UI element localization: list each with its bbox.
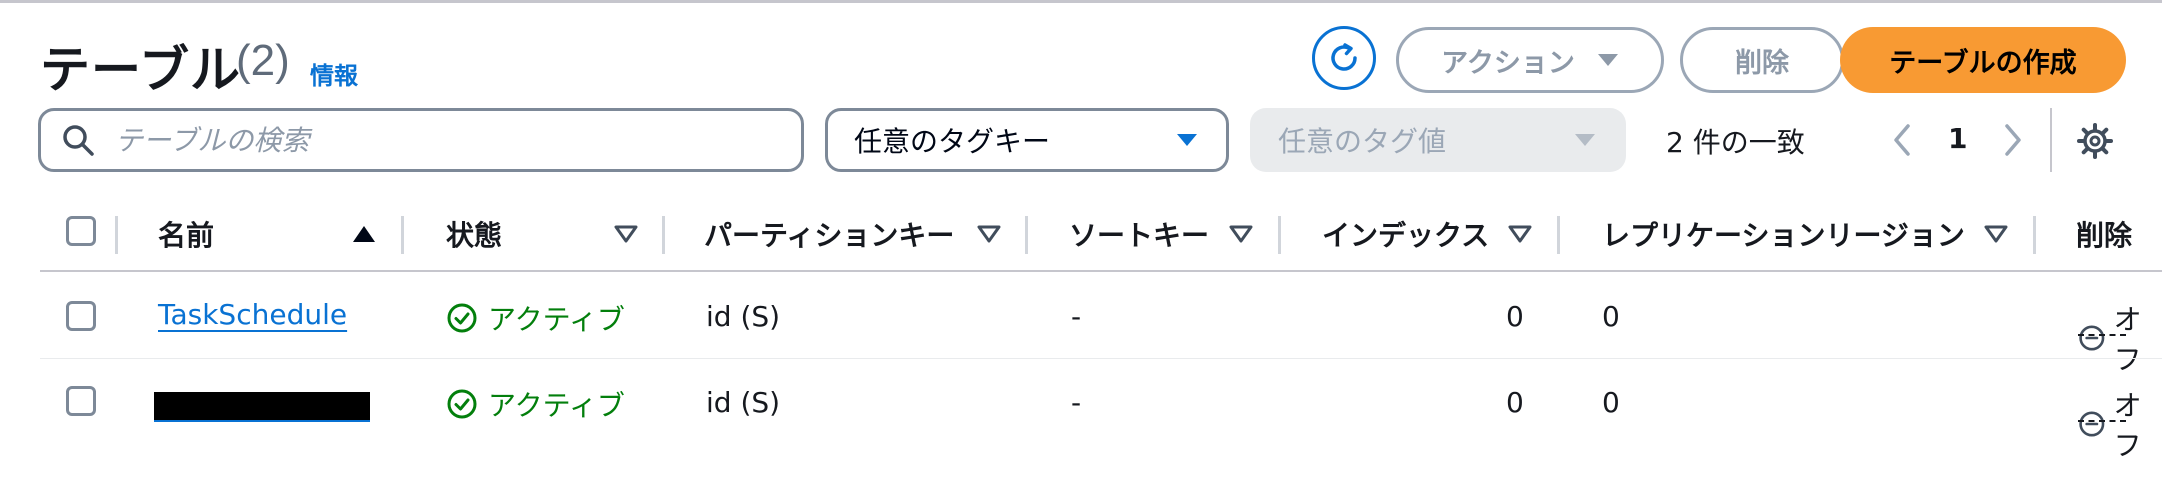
- chevron-left-icon[interactable]: [1888, 120, 1918, 160]
- column-separator: [115, 216, 118, 254]
- actions-dropdown-button[interactable]: アクション: [1396, 27, 1664, 93]
- column-header-status[interactable]: 状態: [446, 214, 502, 254]
- actions-label: アクション: [1441, 47, 1575, 79]
- sort-icon[interactable]: [614, 224, 638, 244]
- status-text: アクティブ: [488, 389, 625, 422]
- partition-key-cell: id (S): [706, 386, 781, 419]
- caret-down-icon: [1575, 134, 1595, 146]
- column-header-name[interactable]: 名前: [158, 214, 214, 254]
- row-select-checkbox[interactable]: [66, 386, 96, 416]
- status-cell: アクティブ: [446, 384, 625, 424]
- table-count: (2): [236, 36, 290, 85]
- deletion-protection-text: オフ: [2113, 303, 2142, 376]
- column-header-indexes[interactable]: インデックス: [1322, 214, 1489, 254]
- deletion-protection-cell: オフ: [2078, 298, 2162, 378]
- status-stopped-icon: [2079, 325, 2105, 351]
- page-title: テーブル: [40, 41, 241, 99]
- column-separator: [1025, 216, 1028, 254]
- indexes-cell: 0: [1506, 300, 1524, 333]
- refresh-button[interactable]: [1312, 26, 1376, 90]
- current-page[interactable]: 1: [1948, 122, 1967, 155]
- replication-regions-cell: 0: [1602, 300, 1620, 333]
- sort-ascending-icon[interactable]: [352, 224, 376, 244]
- create-table-button[interactable]: テーブルの作成: [1840, 27, 2126, 93]
- caret-down-icon: [1597, 54, 1618, 66]
- column-header-partition-key[interactable]: パーティションキー: [704, 214, 954, 254]
- dashed-underline: [2078, 420, 2126, 422]
- column-separator: [1557, 216, 1560, 254]
- dashed-underline: [2078, 334, 2126, 336]
- sort-icon[interactable]: [1984, 224, 2008, 244]
- refresh-icon: [1331, 43, 1357, 71]
- table-header-divider: [40, 270, 2162, 272]
- column-header-sort-key[interactable]: ソートキー: [1069, 214, 1209, 254]
- settings-gear-icon[interactable]: [2076, 122, 2114, 160]
- status-cell: アクティブ: [446, 298, 625, 338]
- column-header-replication-regions[interactable]: レプリケーションリージョン: [1602, 214, 1965, 254]
- top-divider: [0, 0, 2162, 3]
- tag-key-select[interactable]: 任意のタグキー: [825, 108, 1229, 172]
- column-separator: [2033, 216, 2036, 254]
- chevron-right-icon[interactable]: [1997, 120, 2027, 160]
- status-stopped-icon: [2079, 411, 2105, 437]
- select-all-checkbox[interactable]: [66, 216, 96, 246]
- info-link[interactable]: 情報: [310, 56, 358, 91]
- sort-key-cell: -: [1071, 386, 1082, 419]
- tag-value-select[interactable]: 任意のタグ値: [1250, 108, 1626, 172]
- sort-icon[interactable]: [1508, 224, 1532, 244]
- sort-icon[interactable]: [977, 224, 1001, 244]
- redacted-table-name[interactable]: [154, 392, 370, 420]
- tag-key-select-value: 任意のタグキー: [854, 125, 1051, 158]
- indexes-cell: 0: [1506, 386, 1524, 419]
- table-search-field[interactable]: [38, 108, 804, 172]
- tag-value-select-value: 任意のタグ値: [1278, 125, 1447, 158]
- deletion-protection-text: オフ: [2113, 389, 2142, 462]
- create-table-label: テーブルの作成: [1889, 47, 2077, 79]
- column-separator: [401, 216, 404, 254]
- status-text: アクティブ: [488, 303, 625, 336]
- row-select-checkbox[interactable]: [66, 301, 96, 331]
- deletion-protection-cell: オフ: [2078, 384, 2162, 464]
- delete-button[interactable]: 削除: [1680, 27, 1844, 93]
- column-separator: [662, 216, 665, 254]
- column-separator: [1278, 216, 1281, 254]
- row-divider: [40, 358, 2162, 359]
- status-success-icon: [447, 389, 477, 419]
- delete-label: 削除: [1735, 47, 1789, 79]
- search-input[interactable]: [113, 122, 777, 158]
- search-icon: [63, 125, 94, 156]
- match-count: 2 件の一致: [1666, 126, 1805, 159]
- caret-down-icon: [1177, 134, 1197, 146]
- pagination-divider: [2050, 108, 2052, 172]
- column-header-deletion-protection[interactable]: 削除: [2076, 214, 2132, 254]
- replication-regions-cell: 0: [1602, 386, 1620, 419]
- partition-key-cell: id (S): [706, 300, 781, 333]
- table-name-link[interactable]: TaskSchedule: [158, 298, 347, 331]
- sort-icon[interactable]: [1229, 224, 1253, 244]
- redacted-link-underline: [154, 420, 370, 422]
- status-success-icon: [447, 303, 477, 333]
- sort-key-cell: -: [1071, 300, 1082, 333]
